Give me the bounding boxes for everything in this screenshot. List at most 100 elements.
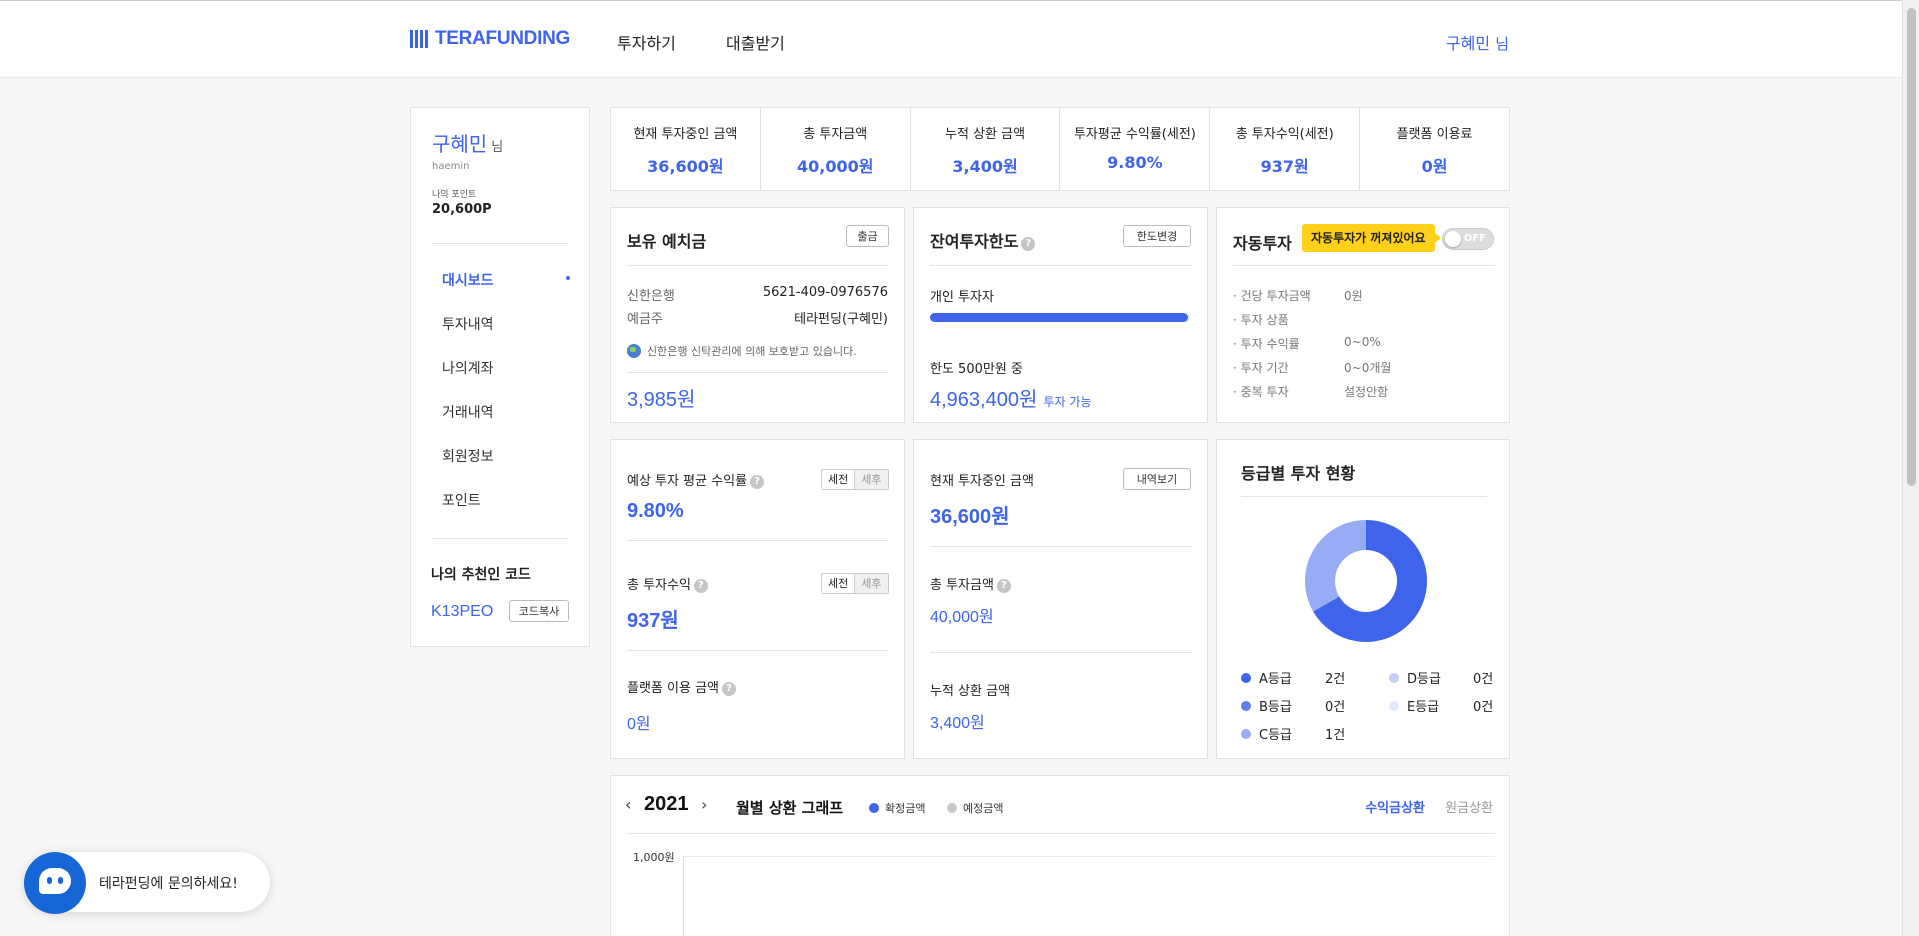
grade-distribution-card: 등급별 투자 현황 A등급 2건 B등급 0건 C등급 1건 D등급 0건 E등급 0건: [1216, 439, 1510, 759]
grade-legend-label: A등급: [1259, 672, 1292, 687]
scrollbar-thumb[interactable]: [1907, 8, 1916, 486]
header-user-menu[interactable]: 구혜민 님: [1446, 30, 1509, 54]
change-limit-button[interactable]: 한도변경: [1123, 225, 1191, 247]
help-icon[interactable]: ?: [996, 579, 1011, 593]
divider: [627, 650, 889, 651]
chart-year: 2021: [644, 793, 689, 815]
pre-tax-option[interactable]: 세전: [822, 470, 856, 489]
bank-name: 신한은행: [627, 289, 675, 304]
stat-cumulative-repayment: 누적 상환 금액 3,400원: [911, 108, 1061, 190]
stat-total-profit: 총 투자수익(세전) 937원: [1210, 108, 1361, 190]
limit-title-text: 잔여투자한도: [930, 232, 1019, 251]
sidebar-item-transactions[interactable]: 거래내역: [442, 402, 494, 422]
grade-donut-chart: [1305, 520, 1427, 642]
auto-invest-toggle[interactable]: OFF: [1442, 228, 1494, 250]
post-tax-option[interactable]: 세후: [855, 470, 888, 489]
nav-loan[interactable]: 대출받기: [726, 30, 785, 54]
avg-return-label-text: 예상 투자 평균 수익률: [627, 474, 748, 489]
legend-confirmed: 확정금액: [869, 800, 925, 816]
grade-legend-dot: [1389, 700, 1399, 711]
pre-tax-option[interactable]: 세전: [822, 574, 856, 593]
sidebar-item-investments[interactable]: 투자내역: [442, 314, 494, 334]
stat-value: 937원: [1260, 157, 1309, 176]
help-icon[interactable]: ?: [722, 682, 736, 696]
globe-icon: [627, 344, 641, 358]
legend-dot-confirmed: [869, 803, 879, 813]
divider: [1233, 265, 1495, 266]
auto-row-label: · 투자 수익률: [1233, 337, 1300, 351]
sidebar-item-account[interactable]: 나의계좌: [442, 358, 494, 378]
terafunding-logo[interactable]: TERAFUNDING: [410, 28, 570, 50]
help-icon[interactable]: ?: [693, 579, 708, 593]
avg-return-value: 9.80%: [627, 500, 684, 522]
account-number: 5621-409-0976576: [762, 285, 888, 300]
referral-title: 나의 추천인 코드: [431, 567, 531, 583]
tab-principal-repayment[interactable]: 원금상환: [1445, 797, 1493, 816]
sidebar: 구혜민 님 haemin 나의 포인트 20,600P 대시보드 투자내역 나의계…: [410, 107, 590, 647]
limit-progress-track: [930, 313, 1190, 322]
deposit-balance: 3,985원: [627, 389, 696, 411]
withdraw-button[interactable]: 출금: [846, 225, 889, 247]
page-scrollbar[interactable]: [1902, 0, 1919, 936]
divider: [930, 652, 1192, 653]
divider: [930, 265, 1192, 266]
total-investment-label: 총 투자금액?: [930, 574, 1011, 593]
sidebar-user-name: 구혜민 님: [432, 128, 503, 157]
help-icon[interactable]: ?: [750, 475, 765, 489]
stat-value: 36,600원: [647, 157, 724, 176]
grade-title: 등급별 투자 현황: [1241, 464, 1356, 483]
next-year-icon[interactable]: ›: [701, 795, 707, 814]
divider: [627, 372, 889, 373]
logo-text: TERAFUNDING: [435, 28, 570, 49]
divider: [1241, 496, 1487, 497]
protection-notice: 신한은행 신탁관리에 의해 보호받고 있습니다.: [627, 343, 857, 359]
prev-year-icon[interactable]: ‹: [625, 795, 631, 814]
current-investment-value: 36,600원: [930, 506, 1010, 528]
sidebar-item-member-info[interactable]: 회원정보: [442, 446, 494, 466]
stat-value: 0원: [1421, 157, 1448, 176]
auto-row-value: 설정안함: [1344, 385, 1389, 399]
summary-stats: 현재 투자중인 금액 36,600원 총 투자금액 40,000원 누적 상환 …: [610, 107, 1510, 191]
donut-hole: [1335, 550, 1397, 612]
sidebar-user-suffix: 님: [491, 140, 504, 155]
chat-widget[interactable]: 테라펀딩에 문의하세요!: [24, 852, 270, 914]
account-holder-label: 예금주: [627, 312, 663, 327]
sidebar-user-name-text: 구혜민: [432, 132, 488, 156]
sidebar-item-points[interactable]: 포인트: [442, 490, 481, 510]
tax-toggle[interactable]: 세전 세후: [821, 573, 889, 594]
nav-invest[interactable]: 투자하기: [617, 30, 676, 54]
limit-text: 한도 500만원 중: [930, 362, 1023, 377]
help-icon[interactable]: ?: [1021, 237, 1036, 251]
copy-code-button[interactable]: 코드복사: [509, 600, 569, 622]
auto-row-value: 0원: [1344, 289, 1363, 303]
auto-row-label: · 투자 기간: [1233, 361, 1289, 375]
grade-legend-item: C등급 1건: [1241, 724, 1345, 743]
grade-legend-item: A등급 2건: [1241, 668, 1345, 687]
sidebar-item-dashboard[interactable]: 대시보드: [442, 270, 494, 290]
stat-average-return: 투자평균 수익률(세전) 9.80%: [1060, 108, 1211, 190]
total-profit-label-text: 총 투자수익: [627, 578, 691, 593]
grade-legend-label: E등급: [1407, 700, 1440, 715]
chat-bubble-icon[interactable]: [24, 852, 86, 914]
tax-toggle[interactable]: 세전 세후: [821, 469, 889, 490]
stat-label: 총 투자금액: [803, 127, 868, 142]
grade-legend-item: D등급 0건: [1389, 668, 1493, 687]
investment-limit-card: 잔여투자한도? 한도변경 개인 투자자 한도 500만원 중 4,963,400…: [913, 207, 1208, 423]
account-holder-value: 테라펀딩(구혜민): [794, 312, 888, 327]
auto-row-label: · 중복 투자: [1233, 385, 1289, 399]
grid-line: [683, 856, 1495, 857]
post-tax-option[interactable]: 세후: [855, 574, 888, 593]
view-history-button[interactable]: 내역보기: [1123, 468, 1191, 490]
tab-profit-repayment[interactable]: 수익금상환: [1365, 797, 1425, 816]
stat-label: 누적 상환 금액: [945, 127, 1026, 142]
legend-dot-expected: [947, 803, 957, 813]
points-label: 나의 포인트: [432, 190, 477, 200]
avg-return-label: 예상 투자 평균 수익률?: [627, 470, 765, 489]
legend-confirmed-label: 확정금액: [885, 802, 926, 815]
grade-legend-count: 0건: [1473, 672, 1494, 687]
remaining-limit: 4,963,400원 투자 가능: [930, 383, 1092, 412]
cumulative-repayment-value: 3,400원: [930, 715, 985, 732]
investor-type: 개인 투자자: [930, 290, 994, 305]
stat-platform-fee: 플랫폼 이용료 0원: [1360, 108, 1509, 190]
grade-legend-item: B등급 0건: [1241, 696, 1345, 715]
